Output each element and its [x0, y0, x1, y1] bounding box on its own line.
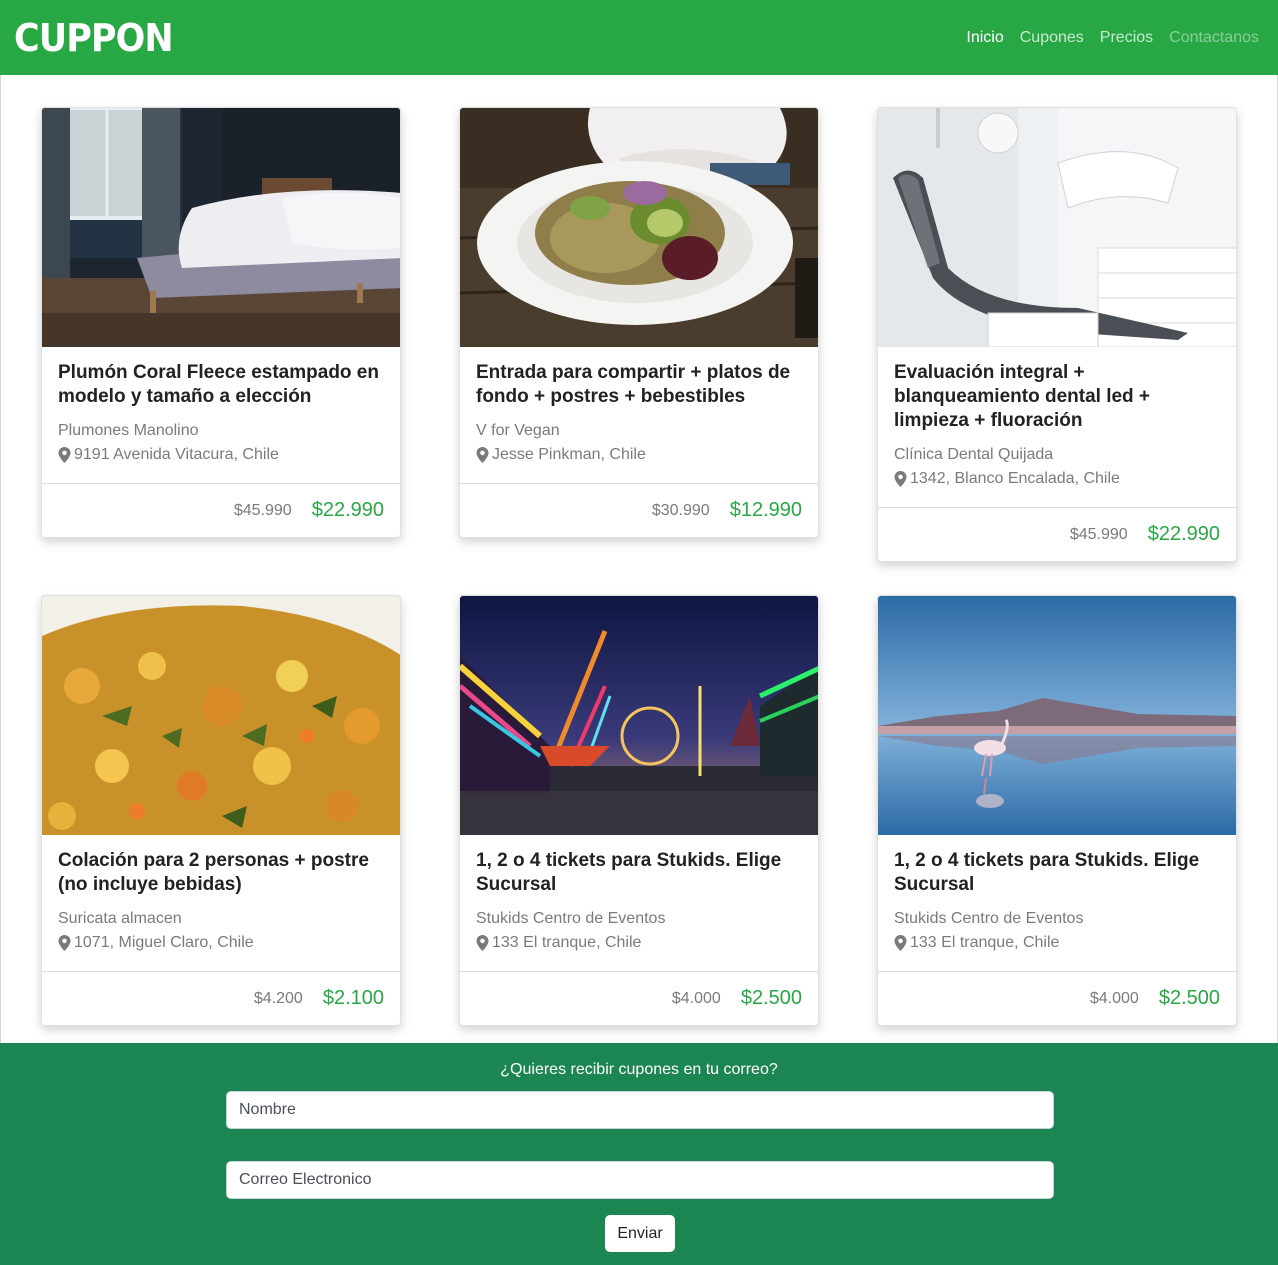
- map-pin-icon: [58, 935, 71, 951]
- coupon-card[interactable]: Evaluación integral + blanqueamiento den…: [877, 107, 1237, 562]
- new-price: $12.990: [729, 499, 802, 521]
- map-pin-icon: [894, 471, 907, 487]
- card-vendor: Stukids Centro de Eventos: [894, 910, 1084, 927]
- old-price: $4.000: [671, 989, 721, 1007]
- nav-contactanos[interactable]: Contactanos: [1169, 29, 1259, 47]
- card-footer: $4.000 $2.500: [460, 971, 818, 1025]
- coupon-card[interactable]: Colación para 2 personas + postre (no in…: [41, 595, 401, 1026]
- new-price: $22.990: [311, 499, 384, 521]
- card-location: 1342, Blanco Encalada, Chile: [894, 467, 1220, 491]
- card-vendor: Clínica Dental Quijada: [894, 446, 1054, 463]
- new-price: $2.500: [1158, 987, 1220, 1009]
- nav-precios[interactable]: Precios: [1100, 29, 1153, 47]
- card-location: 133 El tranque, Chile: [894, 931, 1220, 955]
- name-input[interactable]: Nombre: [226, 1091, 1054, 1129]
- card-footer: $4.000 $2.500: [878, 971, 1236, 1025]
- card-location: Jesse Pinkman, Chile: [476, 443, 802, 467]
- nav-inicio[interactable]: Inicio: [966, 29, 1003, 47]
- card-title[interactable]: Evaluación integral + blanqueamiento den…: [894, 361, 1220, 433]
- newsletter-section: ¿Quieres recibir cupones en tu correo? N…: [0, 1043, 1278, 1265]
- card-vendor: Stukids Centro de Eventos: [476, 910, 666, 927]
- new-price: $2.500: [740, 987, 802, 1009]
- fair-night-photo: [460, 596, 818, 835]
- old-price: $4.000: [1089, 989, 1139, 1007]
- coupon-card[interactable]: Plumón Coral Fleece estampado en modelo …: [41, 107, 401, 538]
- brand-logo[interactable]: CUPPON: [14, 16, 174, 60]
- card-location: 133 El tranque, Chile: [476, 931, 802, 955]
- card-vendor: Plumones Manolino: [58, 422, 199, 439]
- card-title[interactable]: Plumón Coral Fleece estampado en modelo …: [58, 361, 384, 409]
- card-vendor: V for Vegan: [476, 422, 560, 439]
- card-location: 1071, Miguel Claro, Chile: [58, 931, 384, 955]
- old-price: $45.990: [1069, 525, 1128, 543]
- coupon-card[interactable]: Entrada para compartir + platos de fondo…: [459, 107, 819, 538]
- new-price: $22.990: [1147, 523, 1220, 545]
- map-pin-icon: [894, 935, 907, 951]
- new-price: $2.100: [322, 987, 384, 1009]
- card-footer: $45.990 $22.990: [878, 507, 1236, 561]
- card-footer: $30.990 $12.990: [460, 483, 818, 537]
- map-pin-icon: [58, 447, 71, 463]
- old-price: $4.200: [253, 989, 303, 1007]
- card-location-text: 1342, Blanco Encalada, Chile: [910, 470, 1120, 487]
- map-pin-icon: [476, 447, 489, 463]
- old-price: $45.990: [233, 501, 292, 519]
- card-title[interactable]: 1, 2 o 4 tickets para Stukids. Elige Suc…: [476, 849, 802, 897]
- bedroom-photo: [42, 108, 400, 347]
- newsletter-title: ¿Quieres recibir cupones en tu correo?: [500, 1061, 778, 1078]
- submit-button[interactable]: Enviar: [605, 1215, 675, 1252]
- nav-links: Inicio Cupones Precios Contactanos: [966, 29, 1264, 47]
- salad-plate-photo: [460, 108, 818, 347]
- card-location-text: 1071, Miguel Claro, Chile: [74, 934, 254, 951]
- flamingo-lake-photo: [878, 596, 1236, 835]
- card-location-text: 9191 Avenida Vitacura, Chile: [74, 446, 279, 463]
- card-footer: $45.990 $22.990: [42, 483, 400, 537]
- left-border: [0, 75, 1, 1043]
- navbar: CUPPON Inicio Cupones Precios Contactano…: [0, 0, 1278, 75]
- coupon-card[interactable]: 1, 2 o 4 tickets para Stukids. Elige Suc…: [459, 595, 819, 1026]
- card-title[interactable]: 1, 2 o 4 tickets para Stukids. Elige Suc…: [894, 849, 1220, 897]
- rice-dish-photo: [42, 596, 400, 835]
- card-location-text: Jesse Pinkman, Chile: [492, 446, 646, 463]
- card-vendor: Suricata almacen: [58, 910, 182, 927]
- card-location-text: 133 El tranque, Chile: [492, 934, 642, 951]
- nav-cupones[interactable]: Cupones: [1020, 29, 1084, 47]
- card-title[interactable]: Colación para 2 personas + postre (no in…: [58, 849, 384, 897]
- card-location-text: 133 El tranque, Chile: [910, 934, 1060, 951]
- card-location: 9191 Avenida Vitacura, Chile: [58, 443, 384, 467]
- email-input[interactable]: Correo Electronico: [226, 1161, 1054, 1199]
- card-title[interactable]: Entrada para compartir + platos de fondo…: [476, 361, 802, 409]
- coupon-card[interactable]: 1, 2 o 4 tickets para Stukids. Elige Suc…: [877, 595, 1237, 1026]
- map-pin-icon: [476, 935, 489, 951]
- old-price: $30.990: [651, 501, 710, 519]
- card-footer: $4.200 $2.100: [42, 971, 400, 1025]
- dental-chair-photo: [878, 108, 1236, 347]
